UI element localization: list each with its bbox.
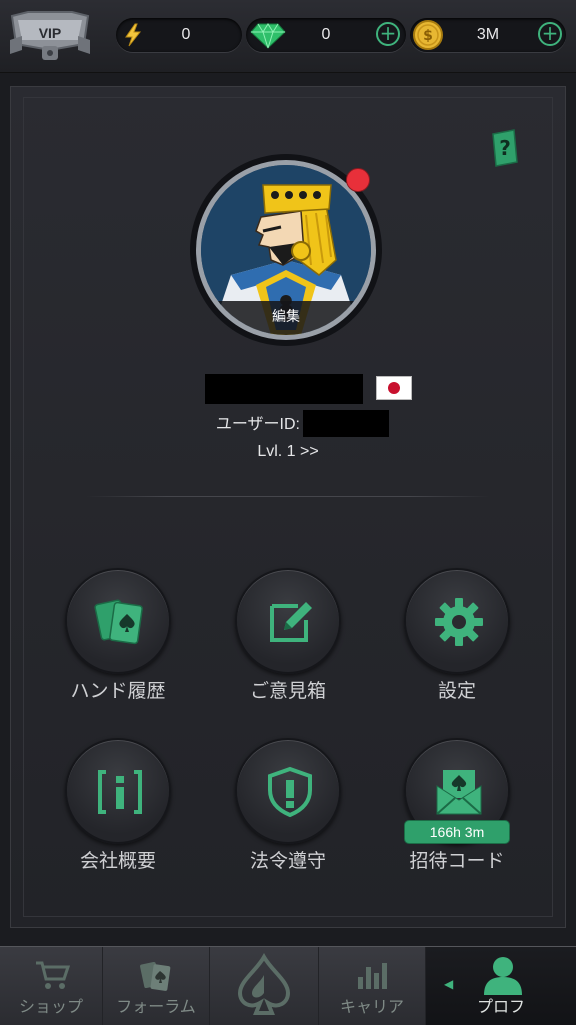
vip-badge[interactable]: VIP [8, 10, 92, 64]
invite-code-label: 招待コード [409, 850, 505, 872]
add-gems-button[interactable]: + [376, 22, 400, 46]
cart-icon [36, 961, 70, 989]
feedback-label: ご意見箱 [249, 680, 326, 702]
help-book-icon: ? [492, 129, 518, 167]
nav-shop[interactable]: ショップ [0, 947, 103, 1025]
pencil-edit-icon [270, 602, 312, 642]
nav-career[interactable]: キャリア [319, 947, 426, 1025]
user-id-redacted [303, 410, 389, 437]
add-coins-button[interactable]: + [538, 22, 562, 46]
coin-value: 3M [476, 26, 500, 43]
settings-button[interactable]: 設定 [377, 568, 537, 718]
help-button[interactable]: ? [490, 128, 520, 168]
notification-dot [346, 168, 370, 192]
menu-circle [65, 568, 171, 674]
svg-text:$: $ [423, 28, 433, 44]
menu-circle [235, 738, 341, 844]
compliance-label: 法令遵守 [249, 850, 326, 872]
edit-band: 編集 [201, 301, 371, 335]
lightning-icon [125, 23, 142, 47]
top-bar: VIP 0 0 + $ 3M + [0, 0, 576, 73]
nav-profile-label: プロフ [476, 997, 525, 1016]
nav-forum[interactable]: フォーラム [103, 947, 210, 1025]
gem-value: 0 [321, 26, 331, 43]
hand-history-label: ハンド履歴 [70, 680, 166, 702]
person-icon [484, 957, 522, 995]
level-link[interactable]: Lvl. 1 >> [0, 443, 576, 461]
vip-label: VIP [38, 25, 62, 41]
invite-timer: 166h 3m [404, 820, 510, 844]
divider [86, 496, 490, 497]
user-id-label: ユーザーID: [215, 416, 300, 433]
edit-avatar-label: 編集 [272, 309, 300, 325]
compliance-button[interactable]: 法令遵守 [208, 738, 368, 888]
cards-icon [140, 961, 171, 991]
envelope-spade-icon [436, 770, 482, 815]
info-icon [98, 770, 142, 814]
nav-career-label: キャリア [339, 997, 404, 1016]
energy-value: 0 [181, 26, 191, 43]
japan-flag-icon [376, 376, 412, 400]
emerald-gem-icon [250, 23, 286, 49]
gold-coin-icon: $ [413, 20, 443, 50]
nav-shop-label: ショップ [18, 997, 83, 1016]
spade-logo-icon [237, 953, 291, 1015]
active-indicator-icon: ◀ [444, 977, 454, 991]
energy-counter: 0 [116, 18, 242, 52]
svg-text:?: ? [499, 136, 511, 160]
hand-history-button[interactable]: ハンド履歴 [38, 568, 198, 718]
company-info-label: 会社概要 [79, 850, 156, 872]
bottom-nav: ショップ フォーラム キャリア ◀ プロフ [0, 946, 576, 1025]
username-redacted [205, 374, 363, 404]
feedback-button[interactable]: ご意見箱 [208, 568, 368, 718]
shield-alert-icon [268, 766, 312, 818]
nav-profile[interactable]: ◀ プロフ [426, 947, 576, 1025]
company-info-button[interactable]: 会社概要 [38, 738, 198, 888]
menu-circle [235, 568, 341, 674]
king-of-clubs-icon: 編集 [201, 165, 371, 335]
bar-chart-icon [358, 963, 387, 989]
gear-icon [435, 598, 483, 646]
menu-circle [65, 738, 171, 844]
menu-circle [404, 568, 510, 674]
cards-icon [94, 599, 143, 645]
settings-label: 設定 [437, 680, 476, 702]
nav-forum-label: フォーラム [116, 997, 196, 1016]
nav-home[interactable] [210, 947, 319, 1025]
invite-code-button[interactable]: 招待コード [377, 738, 537, 888]
